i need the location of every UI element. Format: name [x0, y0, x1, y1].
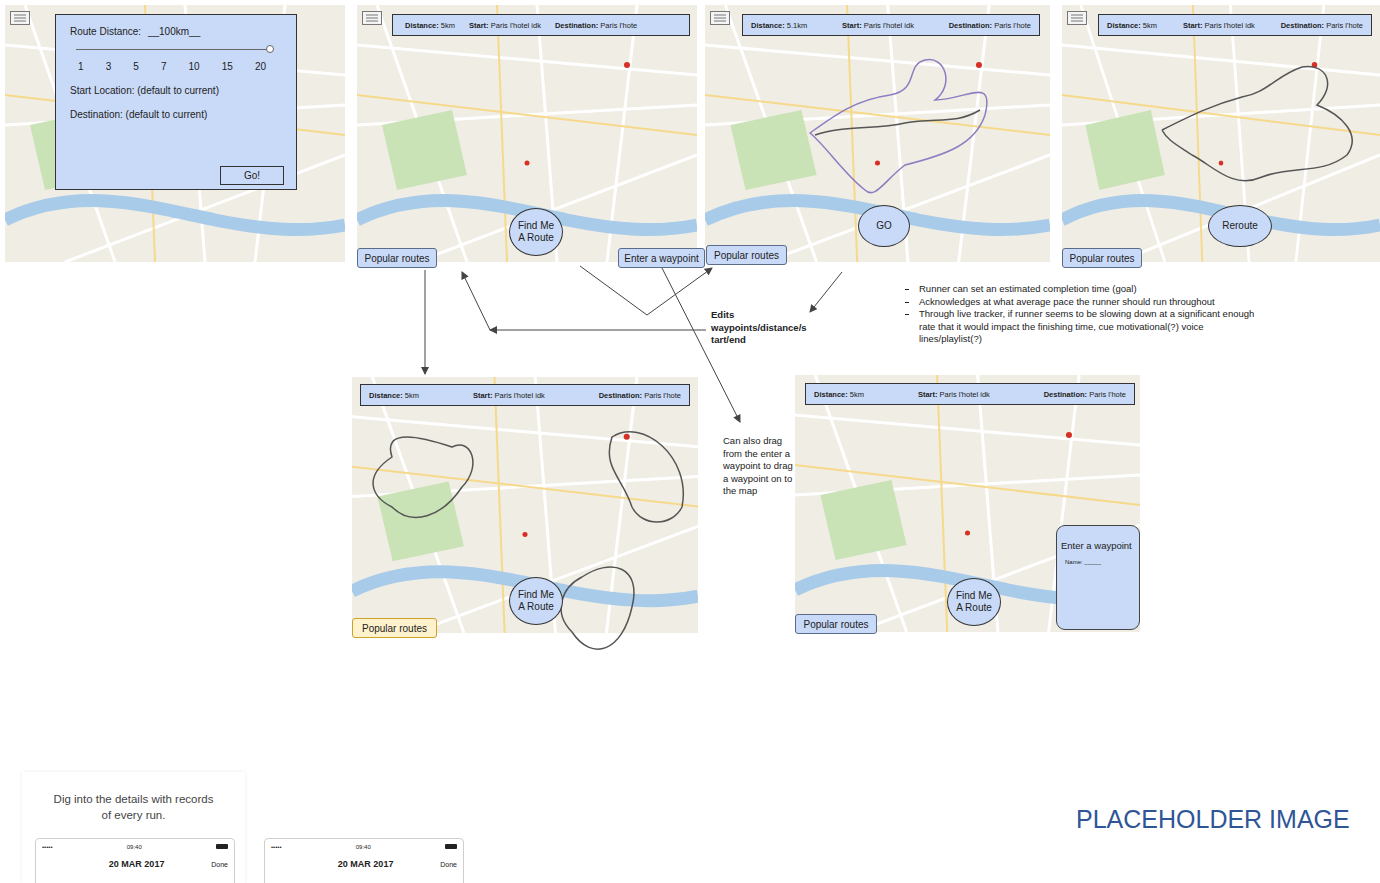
- start-info: Start: Paris l'hotel idk: [918, 390, 990, 399]
- date-header: 20 MAR 2017 Done: [271, 859, 457, 869]
- notes-list: Runner can set an estimated completion t…: [905, 283, 1265, 346]
- bullet: [905, 302, 909, 303]
- note-item: Through live tracker, if runner seems to…: [905, 308, 1265, 346]
- tick-label: 5: [133, 61, 139, 72]
- destination-info: Destination: Paris l'hote: [599, 391, 681, 400]
- map-screen: Distance: 5km Start: Paris l'hotel idk D…: [357, 5, 697, 262]
- battery-icon: [445, 844, 457, 849]
- route-distance[interactable]: Route Distance: __100km__: [70, 25, 284, 39]
- distance-info: Distance: 5km: [1107, 21, 1157, 30]
- route-action-button[interactable]: Find Me A Route: [947, 578, 1001, 626]
- menu-icon[interactable]: [710, 11, 730, 25]
- route-info-bar: Distance: 5km Start: Paris l'hotel idk D…: [392, 14, 690, 36]
- placeholder-label: PLACEHOLDER IMAGE: [1076, 805, 1350, 834]
- slider-ticks: 1 3 5 7 10 15 20: [70, 61, 284, 72]
- popular-routes-button[interactable]: Popular routes: [352, 618, 437, 638]
- route-info-bar: Distance: 5.1km Start: Paris l'hotel idk…: [742, 14, 1040, 36]
- phone-mockup: ••••• 09:40 20 MAR 2017 Done: [264, 838, 464, 883]
- start-info: Start: Paris l'hotel idk: [842, 21, 914, 30]
- route-info-bar: Distance: 5km Start: Paris l'hotel idk D…: [360, 384, 690, 406]
- edits-annotation: Edits waypoints/distance/start/end: [711, 309, 807, 347]
- tick-label: 7: [161, 61, 167, 72]
- status-bar: ••••• 09:40: [42, 842, 228, 851]
- distance-info: Distance: 5km: [814, 390, 864, 399]
- start-info: Start: Paris l'hotel idk: [469, 21, 541, 30]
- status-bar: ••••• 09:40: [271, 842, 457, 851]
- map-screen: Distance: 5.1km Start: Paris l'hotel idk…: [705, 5, 1050, 262]
- done-button[interactable]: Done: [211, 861, 228, 868]
- menu-icon[interactable]: [1067, 11, 1087, 25]
- popular-routes-button[interactable]: Popular routes: [1062, 248, 1142, 268]
- route-info-bar: Distance: 5km Start: Paris l'hotel idk D…: [1098, 14, 1372, 36]
- popular-routes-button[interactable]: Popular routes: [795, 614, 877, 634]
- route-action-button[interactable]: Find Me A Route: [509, 577, 563, 625]
- popular-routes-button[interactable]: Popular routes: [706, 245, 787, 265]
- waypoint-dialog: Enter a waypoint Name: _____: [1056, 525, 1140, 630]
- waypoint-name-field[interactable]: Name: _____: [1061, 559, 1136, 565]
- route-action-button[interactable]: Find Me A Route: [509, 208, 563, 256]
- route-setup-card: Route Distance: __100km__ 1 3 5 7 10 15 20 Sta…: [55, 14, 297, 190]
- storyboard-canvas: Route Distance: __100km__ 1 3 5 7 10 15 20 Sta…: [0, 0, 1380, 883]
- phone-mockup: ••••• 09:40 20 MAR 2017 Done: [35, 838, 235, 883]
- distance-info: Distance: 5.1km: [751, 21, 807, 30]
- distance-info: Distance: 5km: [369, 391, 419, 400]
- route-action-button[interactable]: GO: [858, 205, 910, 247]
- distance-slider[interactable]: [76, 45, 270, 55]
- map-screen: Distance: 5km Start: Paris l'hotel idk D…: [1062, 5, 1380, 262]
- done-button[interactable]: Done: [440, 861, 457, 868]
- destination[interactable]: Destination: (default to current): [70, 108, 284, 122]
- destination-info: Destination: Paris l'hote: [949, 21, 1031, 30]
- route-action-button[interactable]: Reroute: [1208, 205, 1272, 247]
- map-screen: Distance: 5km Start: Paris l'hotel idk D…: [352, 377, 698, 633]
- tick-label: 10: [189, 61, 200, 72]
- note-item: Acknowledges at what average pace the ru…: [905, 296, 1265, 309]
- slider-knob[interactable]: [266, 45, 274, 53]
- date-header: 20 MAR 2017 Done: [42, 859, 228, 869]
- menu-icon[interactable]: [362, 11, 382, 25]
- route-info-bar: Distance: 5km Start: Paris l'hotel idk D…: [805, 383, 1135, 405]
- tick-label: 20: [255, 61, 266, 72]
- enter-waypoint-button[interactable]: Enter a waypoint: [618, 248, 705, 268]
- battery-icon: [216, 844, 228, 849]
- destination-info: Destination: Paris l'hote: [555, 21, 637, 30]
- map-screen: Distance: 5km Start: Paris l'hotel idk D…: [795, 375, 1140, 632]
- setup-screen: Route Distance: __100km__ 1 3 5 7 10 15 20 Sta…: [5, 5, 345, 262]
- note-item: Runner can set an estimated completion t…: [905, 283, 1265, 296]
- menu-icon[interactable]: [10, 11, 30, 25]
- tick-label: 15: [222, 61, 233, 72]
- go-button[interactable]: Go!: [220, 166, 284, 185]
- start-location[interactable]: Start Location: (default to current): [70, 84, 284, 98]
- dialog-title: Enter a waypoint: [1061, 540, 1136, 551]
- distance-info: Distance: 5km: [405, 21, 455, 30]
- slider-track: [76, 49, 270, 50]
- destination-info: Destination: Paris l'hote: [1044, 390, 1126, 399]
- bullet: [905, 289, 909, 290]
- placeholder-caption: Dig into the details with records of eve…: [22, 772, 245, 823]
- destination-info: Destination: Paris l'hote: [1281, 21, 1363, 30]
- start-info: Start: Paris l'hotel idk: [473, 391, 545, 400]
- drag-annotation: Can also drag from the enter a waypoint …: [723, 435, 793, 498]
- tick-label: 1: [78, 61, 84, 72]
- popular-routes-button[interactable]: Popular routes: [357, 248, 437, 268]
- bullet: [905, 314, 909, 315]
- start-info: Start: Paris l'hotel idk: [1183, 21, 1255, 30]
- tick-label: 3: [106, 61, 112, 72]
